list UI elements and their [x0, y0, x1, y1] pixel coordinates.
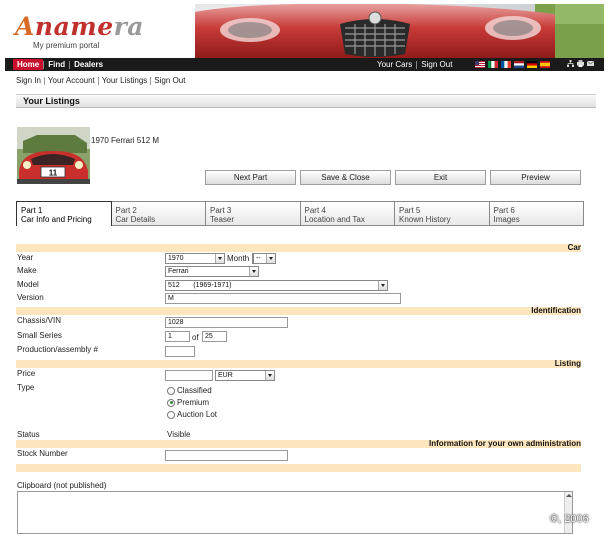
- series-of-label: of: [192, 333, 199, 342]
- main-nav-bar: Home Find Dealers Your Cars Sign Out: [5, 58, 604, 71]
- car-title: 1970 Ferrari 512 M: [91, 136, 160, 145]
- admin-band-divider: [16, 464, 581, 472]
- radio-button[interactable]: [167, 386, 175, 395]
- copyright-watermark: ©, 2006: [550, 513, 589, 525]
- status-label: Status: [17, 430, 40, 439]
- chevron-down-icon: [266, 254, 275, 263]
- listing-section-band: Listing: [16, 359, 581, 368]
- mail-icon[interactable]: [587, 60, 594, 67]
- clipboard-label: Clipboard (not published): [17, 481, 107, 490]
- chevron-down-icon: [249, 267, 258, 276]
- header: Anamera My premium portal: [5, 4, 604, 58]
- nav-tools: [567, 60, 594, 67]
- tab-part-6[interactable]: Part 6 Images: [489, 201, 584, 226]
- chevron-down-icon: [215, 254, 224, 263]
- nav-your-cars[interactable]: Your Cars: [373, 60, 416, 69]
- listing-tabs: Part 1 Car Info and Pricing Part 2 Car Det…: [16, 201, 584, 226]
- subnav-your-account[interactable]: Your Account: [45, 76, 98, 85]
- make-label: Make: [17, 266, 37, 275]
- exit-button[interactable]: Exit: [395, 170, 486, 185]
- model-select[interactable]: 512 (1969-1971): [165, 280, 388, 291]
- status-value: Visible: [167, 430, 191, 439]
- nav-dealers[interactable]: Dealers: [70, 59, 107, 70]
- tab-part-5[interactable]: Part 5 Known History: [395, 201, 490, 226]
- section-title: Your Listings: [23, 96, 80, 106]
- tab-part-1[interactable]: Part 1 Car Info and Pricing: [16, 201, 112, 226]
- radio-button-selected[interactable]: [167, 398, 175, 407]
- chassis-label: Chassis/VIN: [17, 316, 62, 325]
- currency-select[interactable]: EUR: [215, 370, 275, 381]
- car-race-number: 11: [49, 169, 58, 178]
- tab-part-2[interactable]: Part 2 Car Details: [111, 201, 206, 226]
- nav-home[interactable]: Home: [13, 59, 44, 70]
- logo-wordmark: Anamera: [15, 12, 145, 41]
- stock-number-input[interactable]: [165, 450, 288, 461]
- car-section-band: Car: [16, 243, 581, 252]
- tab-part-4[interactable]: Part 4 Location and Tax: [300, 201, 395, 226]
- version-label: Version: [17, 293, 44, 302]
- tab-part-3[interactable]: Part 3 Teaser: [206, 201, 301, 226]
- year-label: Year: [17, 253, 34, 262]
- small-series-label: Small Series: [17, 331, 62, 340]
- chevron-down-icon: [265, 371, 274, 380]
- nav-find[interactable]: Find: [44, 59, 69, 70]
- logo-tagline: My premium portal: [33, 41, 100, 50]
- make-select[interactable]: Ferrari: [165, 266, 259, 277]
- save-close-button[interactable]: Save & Close: [300, 170, 391, 185]
- header-banner-image: [195, 4, 604, 58]
- flag-it-icon[interactable]: [488, 61, 498, 68]
- production-label: Production/assembly #: [17, 345, 98, 354]
- preview-button[interactable]: Preview: [490, 170, 581, 185]
- subnav-your-listings[interactable]: Your Listings: [99, 76, 151, 85]
- model-label: Model: [17, 280, 39, 289]
- chevron-down-icon: [378, 281, 387, 290]
- flag-fr-icon[interactable]: [501, 61, 511, 68]
- subnav-sign-out[interactable]: Sign Out: [151, 76, 188, 85]
- clipboard-textarea[interactable]: [17, 491, 573, 534]
- series-total-input[interactable]: 25: [202, 331, 227, 342]
- radio-button[interactable]: [167, 410, 175, 419]
- logo[interactable]: Anamera My premium portal: [15, 12, 145, 50]
- type-label: Type: [17, 383, 35, 392]
- flag-es-icon[interactable]: [540, 61, 550, 68]
- stock-number-label: Stock Number: [17, 449, 68, 458]
- account-subnav: Sign In Your Account Your Listings Sign …: [16, 76, 188, 85]
- print-icon[interactable]: [577, 60, 584, 67]
- car-thumbnail[interactable]: 11: [17, 127, 90, 184]
- year-select[interactable]: 1970: [165, 253, 225, 264]
- sitemap-icon[interactable]: [567, 60, 574, 67]
- flag-en-icon[interactable]: [475, 61, 485, 68]
- version-input[interactable]: M: [165, 293, 401, 304]
- flag-nl-icon[interactable]: [514, 61, 524, 68]
- section-header: Your Listings: [16, 94, 596, 108]
- language-flags: [475, 61, 550, 68]
- type-radio-auction-lot[interactable]: Auction Lot: [167, 410, 217, 419]
- flag-de-icon[interactable]: [527, 61, 537, 68]
- subnav-sign-in[interactable]: Sign In: [16, 76, 44, 85]
- price-label: Price: [17, 369, 36, 378]
- admin-section-band: Information for your own administration: [16, 439, 581, 448]
- chassis-input[interactable]: 1028: [165, 317, 288, 328]
- identification-section-band: Identification: [16, 306, 581, 315]
- type-radio-classified[interactable]: Classified: [167, 386, 212, 395]
- nav-sign-out[interactable]: Sign Out: [417, 60, 456, 69]
- series-number-input[interactable]: 1: [165, 331, 190, 342]
- month-label: Month: [227, 254, 250, 263]
- price-input[interactable]: [165, 370, 213, 381]
- month-select[interactable]: --: [253, 253, 276, 264]
- type-radio-premium[interactable]: Premium: [167, 398, 209, 407]
- next-part-button[interactable]: Next Part: [205, 170, 296, 185]
- production-input[interactable]: [165, 346, 195, 357]
